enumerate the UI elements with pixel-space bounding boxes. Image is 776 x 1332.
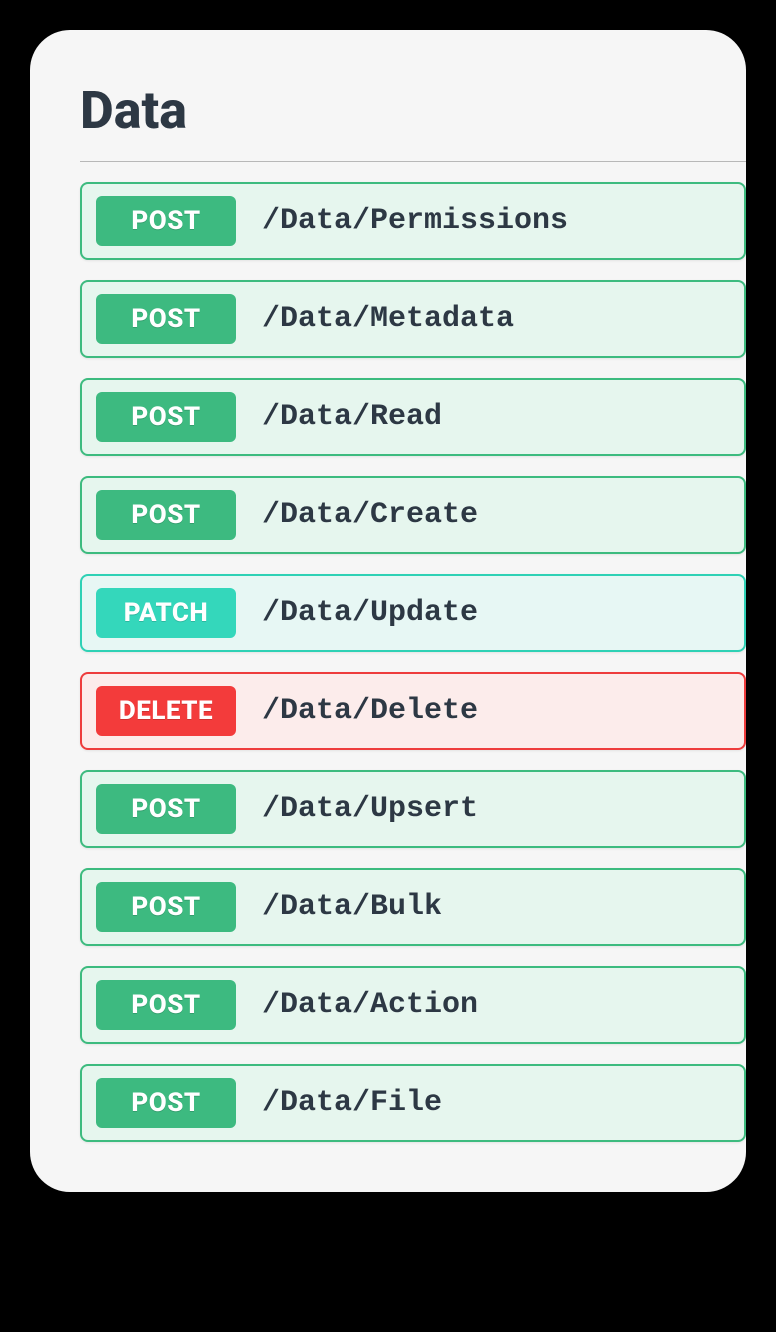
endpoint-row[interactable]: POST/Data/Bulk	[80, 868, 746, 946]
method-badge: POST	[96, 294, 236, 344]
endpoint-row[interactable]: POST/Data/File	[80, 1064, 746, 1142]
endpoint-path: /Data/Metadata	[262, 302, 514, 336]
endpoint-path: /Data/Create	[262, 498, 478, 532]
method-badge: POST	[96, 490, 236, 540]
endpoint-row[interactable]: DELETE/Data/Delete	[80, 672, 746, 750]
section-title: Data	[80, 80, 746, 141]
endpoint-row[interactable]: POST/Data/Metadata	[80, 280, 746, 358]
endpoint-list: POST/Data/PermissionsPOST/Data/MetadataP…	[80, 182, 746, 1142]
endpoint-path: /Data/Upsert	[262, 792, 478, 826]
endpoint-row[interactable]: POST/Data/Action	[80, 966, 746, 1044]
method-badge: POST	[96, 1078, 236, 1128]
method-badge: POST	[96, 882, 236, 932]
method-badge: POST	[96, 980, 236, 1030]
api-panel: Data POST/Data/PermissionsPOST/Data/Meta…	[30, 30, 746, 1192]
method-badge: PATCH	[96, 588, 236, 638]
endpoint-row[interactable]: PATCH/Data/Update	[80, 574, 746, 652]
endpoint-path: /Data/Permissions	[262, 204, 568, 238]
method-badge: POST	[96, 392, 236, 442]
endpoint-path: /Data/Update	[262, 596, 478, 630]
endpoint-path: /Data/Read	[262, 400, 442, 434]
method-badge: POST	[96, 784, 236, 834]
divider	[80, 161, 746, 162]
endpoint-row[interactable]: POST/Data/Permissions	[80, 182, 746, 260]
endpoint-path: /Data/Bulk	[262, 890, 442, 924]
endpoint-row[interactable]: POST/Data/Create	[80, 476, 746, 554]
endpoint-row[interactable]: POST/Data/Read	[80, 378, 746, 456]
method-badge: DELETE	[96, 686, 236, 736]
endpoint-path: /Data/File	[262, 1086, 442, 1120]
endpoint-path: /Data/Delete	[262, 694, 478, 728]
endpoint-row[interactable]: POST/Data/Upsert	[80, 770, 746, 848]
method-badge: POST	[96, 196, 236, 246]
endpoint-path: /Data/Action	[262, 988, 478, 1022]
